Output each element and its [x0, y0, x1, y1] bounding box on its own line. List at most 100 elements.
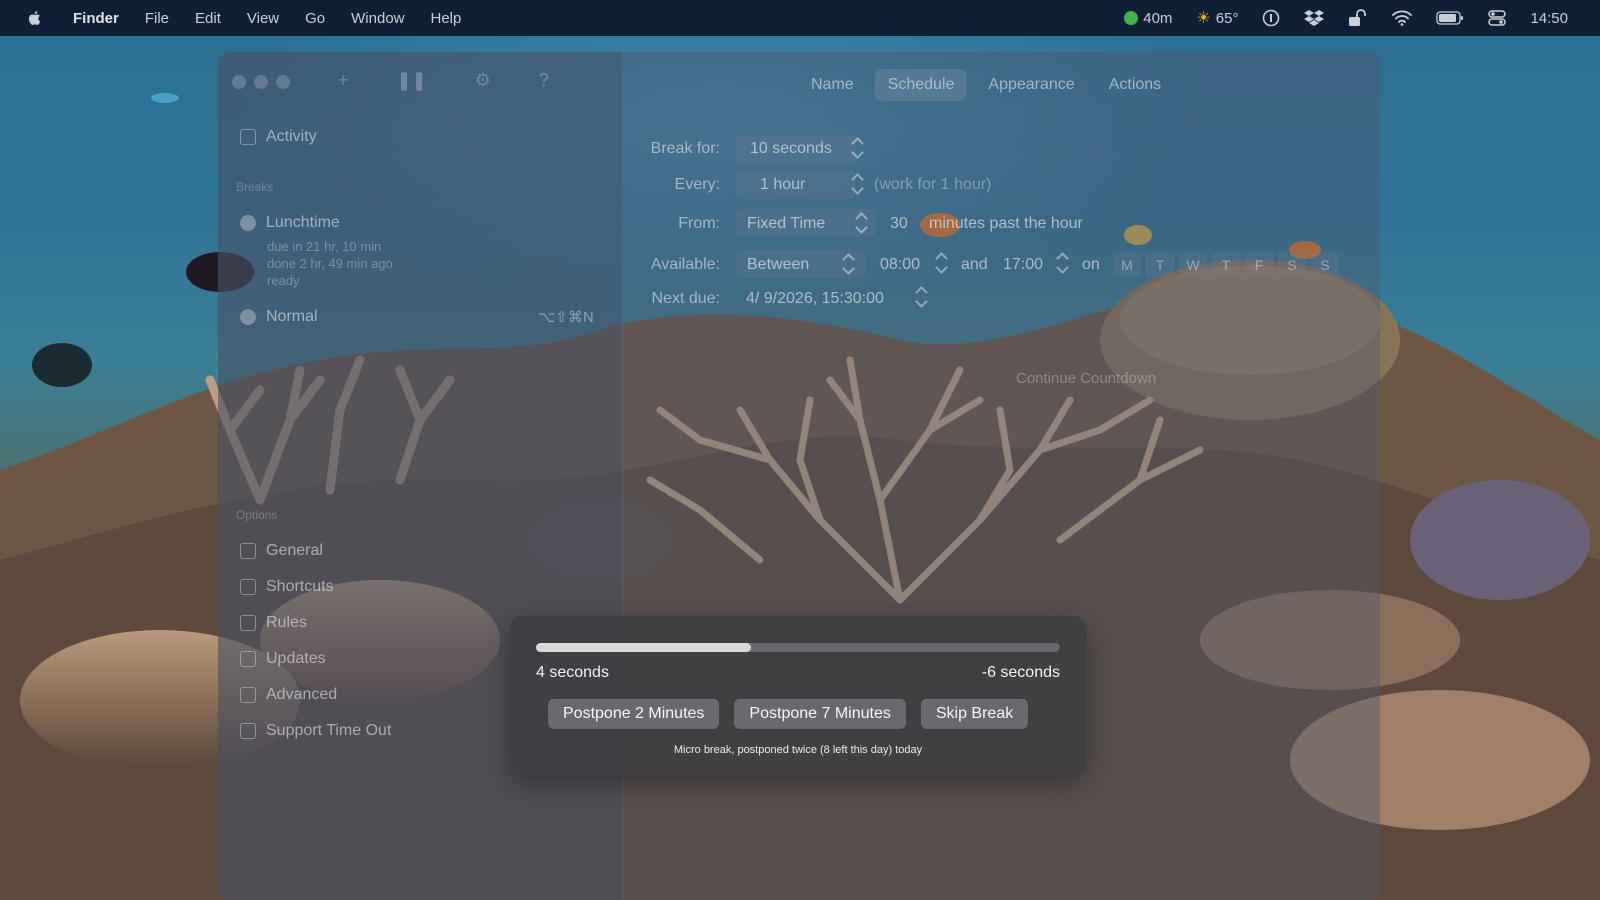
- menu-app-name[interactable]: Finder: [60, 10, 132, 27]
- continue-countdown-select[interactable]: Continue Countdown: [1016, 370, 1156, 387]
- sidebar-item-activity[interactable]: Activity: [240, 128, 317, 146]
- every-label: Every:: [674, 176, 720, 193]
- break-progress-fill: [536, 643, 751, 652]
- support-icon: [240, 723, 256, 739]
- available-end-stepper[interactable]: [1056, 250, 1068, 276]
- close-window-button[interactable]: [232, 75, 246, 89]
- tab-name[interactable]: Name: [798, 69, 867, 101]
- clock-text: 14:50: [1530, 9, 1568, 27]
- weather-status-item[interactable]: ☀ 65°: [1184, 0, 1250, 36]
- unlocked-icon: [1349, 9, 1367, 26]
- day-toggle-wed[interactable]: W: [1179, 253, 1207, 277]
- timer-status-icon: [1124, 11, 1139, 25]
- clock-status-item[interactable]: 14:50: [1518, 0, 1580, 36]
- menu-file[interactable]: File: [132, 10, 182, 27]
- sidebar-item-label: Normal: [266, 308, 318, 325]
- pause-icon[interactable]: ❚❚: [397, 70, 427, 91]
- available-end[interactable]: 17:00: [1003, 256, 1043, 274]
- available-start[interactable]: 08:00: [880, 256, 920, 274]
- sidebar-item-label: Activity: [266, 128, 317, 145]
- control-center-item[interactable]: [1476, 0, 1518, 36]
- day-toggle-sat[interactable]: S: [1278, 253, 1306, 277]
- normal-shortcut: ⌥⇧⌘N: [538, 309, 594, 326]
- breaks-section-header: Breaks: [236, 180, 274, 194]
- sidebar-item-label: Updates: [266, 650, 326, 667]
- menu-go[interactable]: Go: [292, 10, 338, 27]
- day-toggle-sun[interactable]: S: [1311, 253, 1339, 277]
- lunchtime-state: ready: [267, 273, 300, 288]
- from-minutes[interactable]: 30: [890, 215, 908, 233]
- general-icon: [240, 543, 256, 559]
- sidebar-item-rules[interactable]: Rules: [240, 614, 307, 632]
- zoom-window-button[interactable]: [276, 75, 290, 89]
- available-label: Available:: [650, 256, 720, 273]
- window-controls: [232, 75, 290, 89]
- advanced-icon: [240, 687, 256, 703]
- break-for-value: 10 seconds: [750, 140, 832, 157]
- tab-appearance[interactable]: Appearance: [975, 69, 1087, 101]
- options-section-header: Options: [236, 508, 278, 522]
- sidebar-item-label: Shortcuts: [266, 578, 334, 595]
- break-status-icon: [240, 215, 256, 231]
- one-password-icon: [1263, 9, 1280, 27]
- next-due-stepper[interactable]: [915, 284, 927, 310]
- menu-bar: Finder File Edit View Go Window Help 40m…: [0, 0, 1600, 36]
- tab-actions[interactable]: Actions: [1096, 69, 1174, 101]
- help-icon[interactable]: ?: [539, 70, 549, 91]
- sidebar-item-normal[interactable]: Normal: [240, 308, 318, 326]
- remaining-time: -6 seconds: [981, 664, 1060, 681]
- day-toggle-fri[interactable]: F: [1245, 253, 1273, 277]
- every-hint: (work for 1 hour): [874, 176, 992, 193]
- sidebar-item-lunchtime[interactable]: Lunchtime: [240, 214, 340, 232]
- wifi-icon: [1392, 10, 1413, 26]
- tab-schedule[interactable]: Schedule: [874, 69, 968, 101]
- wifi-status-item[interactable]: [1380, 0, 1424, 36]
- sidebar-item-label: Rules: [266, 614, 307, 631]
- timer-status-item[interactable]: 40m: [1112, 0, 1184, 36]
- menu-view[interactable]: View: [234, 10, 292, 27]
- elapsed-time: 4 seconds: [536, 664, 609, 681]
- available-start-stepper[interactable]: [935, 250, 947, 276]
- sidebar-item-advanced[interactable]: Advanced: [240, 686, 337, 704]
- sidebar-item-support[interactable]: Support Time Out: [240, 722, 391, 740]
- battery-status-item[interactable]: [1424, 0, 1476, 36]
- menu-window[interactable]: Window: [338, 10, 417, 27]
- day-toggle-tue[interactable]: T: [1146, 253, 1174, 277]
- day-toggle-thu[interactable]: T: [1212, 253, 1240, 277]
- lock-status-item[interactable]: [1336, 0, 1380, 36]
- dropbox-status-item[interactable]: [1292, 0, 1336, 36]
- break-progress-bar: [536, 643, 1060, 652]
- day-toggle-mon[interactable]: M: [1113, 253, 1141, 277]
- apple-menu-icon[interactable]: [26, 9, 44, 27]
- lunchtime-done: done 2 hr, 49 min ago: [267, 256, 393, 271]
- weather-status-text: 65°: [1215, 9, 1239, 27]
- add-icon[interactable]: +: [338, 70, 349, 91]
- available-mode-chevron: [842, 251, 854, 277]
- from-value: Fixed Time: [747, 215, 826, 232]
- gear-icon[interactable]: ⚙: [475, 70, 491, 91]
- every-value: 1 hour: [760, 176, 806, 193]
- skip-break-button[interactable]: Skip Break: [920, 699, 1029, 729]
- menu-help[interactable]: Help: [418, 10, 475, 27]
- postpone-2-minutes-button[interactable]: Postpone 2 Minutes: [548, 699, 720, 729]
- privacy-status-item[interactable]: [1250, 0, 1292, 36]
- battery-icon: [1436, 11, 1464, 25]
- sidebar-item-updates[interactable]: Updates: [240, 650, 326, 668]
- rules-icon: [240, 615, 256, 631]
- minimize-window-button[interactable]: [254, 75, 268, 89]
- available-and: and: [961, 256, 988, 273]
- available-on: on: [1082, 256, 1100, 273]
- every-stepper[interactable]: [851, 171, 863, 197]
- break-status-icon: [240, 309, 256, 325]
- postpone-7-minutes-button[interactable]: Postpone 7 Minutes: [734, 699, 906, 729]
- sidebar-item-shortcuts[interactable]: Shortcuts: [240, 578, 334, 596]
- break-actions: Postpone 2 Minutes Postpone 7 Minutes Sk…: [548, 699, 1029, 729]
- next-due-value[interactable]: 4/ 9/2026, 15:30:00: [746, 290, 884, 308]
- sidebar-item-general[interactable]: General: [240, 542, 323, 560]
- next-due-label: Next due:: [651, 290, 720, 307]
- menu-edit[interactable]: Edit: [182, 10, 234, 27]
- break-for-stepper[interactable]: [851, 135, 863, 161]
- break-overlay-panel: 4 seconds -6 seconds Postpone 2 Minutes …: [510, 616, 1086, 776]
- control-center-icon: [1488, 10, 1507, 26]
- sidebar-toolbar: + ❚❚ ⚙ ?: [338, 70, 549, 91]
